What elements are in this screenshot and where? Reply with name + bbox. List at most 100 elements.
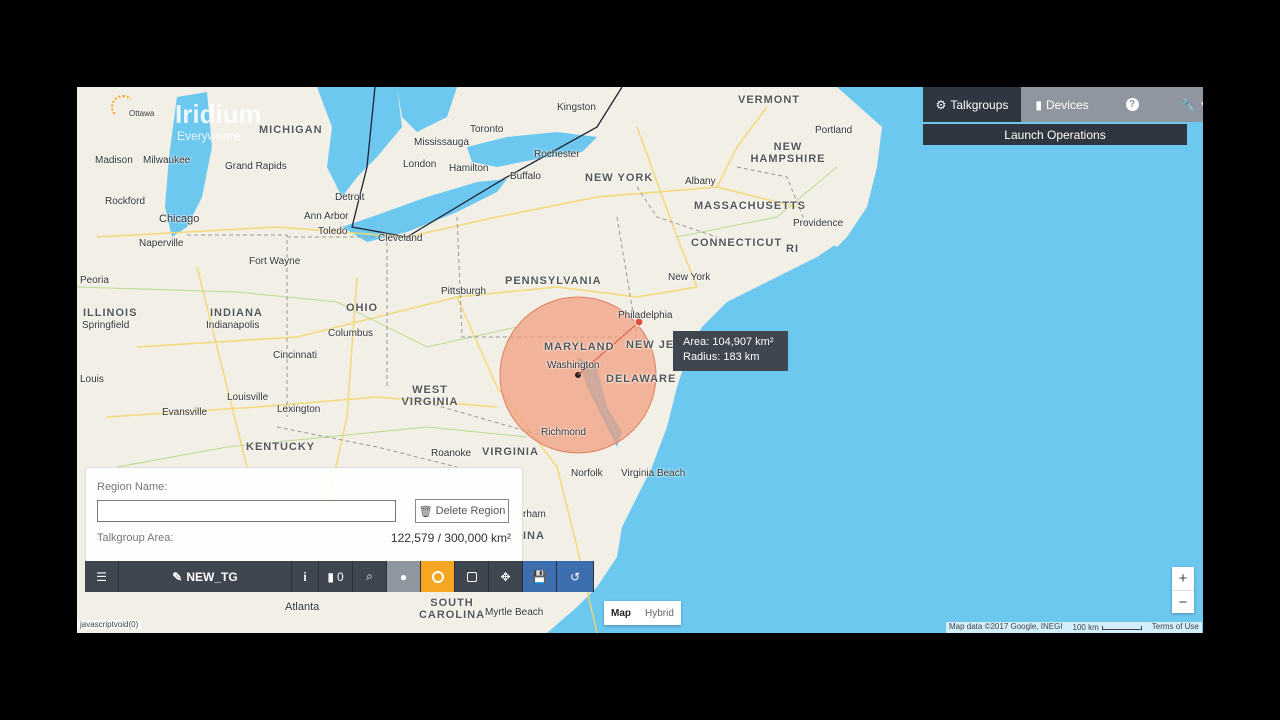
device-icon: ▮ — [327, 569, 334, 584]
region-tooltip: Area: 104,907 km² Radius: 183 km — [673, 331, 788, 371]
globe-icon: ● — [399, 569, 408, 584]
zoom-in-button[interactable]: + — [1172, 567, 1194, 591]
logo-name: Iridium — [175, 99, 262, 129]
map-label-state: NEW YORK — [585, 172, 654, 184]
map-label-city: London — [403, 159, 437, 170]
talkgroup-area-value: 122,579 / 300,000 km² — [390, 531, 511, 545]
map-label-city: Indianapolis — [206, 320, 260, 331]
map-label-state: VERMONT — [738, 94, 800, 106]
map-label-city: Hamilton — [449, 163, 489, 174]
rectangle-tool-button[interactable] — [455, 561, 489, 592]
map-label-city: Providence — [793, 218, 844, 229]
device-count: 0 — [336, 569, 344, 584]
circle-tool-button[interactable] — [421, 561, 455, 592]
globe-button[interactable]: ● — [387, 561, 421, 592]
map-label-city: Toledo — [318, 226, 348, 237]
delete-region-label: Delete Region — [435, 505, 506, 517]
edit-talkgroup-button[interactable]: ✎ NEW_TG — [119, 561, 292, 592]
map-label-state: NEW JE — [626, 339, 675, 351]
tab-talkgroups[interactable]: ⚙ Talkgroups — [923, 87, 1021, 122]
info-button[interactable]: i — [292, 561, 319, 592]
map-label-city: Peoria — [80, 275, 109, 286]
terms-of-use-link[interactable]: Terms of Use — [1152, 622, 1199, 633]
tab-devices[interactable]: ▮ Devices — [1021, 87, 1103, 122]
map-label-city: Philadelphia — [618, 310, 673, 321]
info-icon: i — [303, 569, 307, 584]
map-label-state: RI — [786, 243, 799, 255]
map-label-state: PENNSYLVANIA — [505, 275, 602, 287]
move-tool-button[interactable]: ✥ — [489, 561, 523, 592]
map-label-city: Naperville — [139, 238, 184, 249]
device-icon: ▮ — [1035, 97, 1042, 112]
map-footer: Map data ©2017 Google, INEGI 100 km Term… — [946, 622, 1202, 633]
save-button[interactable]: 💾 — [523, 561, 557, 592]
map-type-hybrid[interactable]: Hybrid — [638, 601, 681, 625]
help-button[interactable]: ? — [1103, 87, 1161, 122]
map-label-state: VIRGINIA — [482, 446, 539, 458]
map-data-attribution: Map data ©2017 Google, INEGI — [949, 622, 1063, 631]
map-label-city: Evansville — [162, 407, 208, 418]
map-label-state: MASSACHUSETTS — [694, 200, 807, 212]
scale-bar — [1101, 625, 1142, 630]
map-label-state: OHIO — [346, 302, 379, 314]
delete-region-button[interactable]: 🗑 Delete Region — [415, 499, 509, 523]
map-label-city: Milwaukee — [143, 155, 191, 166]
tab-devices-label: Devices — [1045, 97, 1089, 112]
search-button[interactable]: ⌕ — [353, 561, 387, 592]
map-label-city: Cleveland — [378, 233, 423, 244]
map-label-state: WEST VIRGINIA — [401, 384, 459, 408]
undo-icon: ↺ — [569, 569, 581, 584]
map-label-state: KENTUCKY — [246, 441, 316, 453]
map-type-map[interactable]: Map — [604, 601, 638, 625]
map-label-city: Springfield — [82, 320, 130, 331]
map-label-city: Buffalo — [510, 171, 541, 182]
map-label-state: INA — [523, 530, 545, 542]
tooltip-area: Area: 104,907 km² — [683, 336, 774, 348]
map-label-city: rham — [523, 509, 546, 520]
wrench-icon: 🔧 — [1180, 97, 1196, 112]
region-name-input[interactable] — [97, 500, 396, 522]
map-label-city: Rockford — [105, 196, 146, 207]
map-label-city: Virginia Beach — [621, 468, 686, 479]
map-label-city: Portland — [815, 125, 853, 136]
circle-icon — [431, 570, 444, 583]
question-circle-icon: ? — [1125, 98, 1139, 111]
map-label-city: Roanoke — [431, 448, 472, 459]
map-label-city: Washington — [547, 360, 600, 371]
map-label-city: Louisville — [227, 392, 269, 403]
map-label-city: Grand Rapids — [225, 161, 287, 172]
map-label-city: Columbus — [328, 328, 374, 339]
pencil-icon: ✎ — [172, 569, 183, 584]
logo-tagline: Everywhere — [177, 129, 241, 143]
map-label-city: Mississauga — [414, 137, 470, 148]
tools-menu-button[interactable]: 🔧 ▼ — [1161, 87, 1203, 122]
hamburger-icon: ☰ — [96, 569, 107, 584]
crosshair-icon: ✥ — [500, 569, 511, 584]
undo-button[interactable]: ↺ — [557, 561, 594, 592]
map-label-city: Detroit — [335, 192, 365, 203]
bottom-toolbar: ☰ ✎ NEW_TG i ▮ 0 ⌕ ● ✥ 💾 ↺ — [85, 561, 594, 592]
region-panel: Region Name: 🗑 Delete Region Talkgroup A… — [85, 467, 523, 563]
top-nav: ⚙ Talkgroups ▮ Devices ? 🔧 ▼ — [923, 87, 1203, 122]
zoom-out-button[interactable]: − — [1172, 591, 1194, 614]
map-label-city: Pittsburgh — [441, 286, 487, 297]
map-label-city: Atlanta — [285, 601, 320, 613]
square-icon — [466, 571, 477, 582]
menu-button[interactable]: ☰ — [85, 561, 119, 592]
cogs-icon: ⚙ — [935, 97, 947, 112]
map-label-city: Louis — [80, 374, 104, 385]
map-label-city: Myrtle Beach — [485, 607, 544, 618]
map-label-state: CONNECTICUT — [691, 237, 783, 249]
talkgroup-area-label: Talkgroup Area: — [97, 532, 174, 544]
devices-count-button[interactable]: ▮ 0 — [319, 561, 353, 592]
tooltip-radius: Radius: 183 km — [683, 351, 760, 363]
map-label-city: Fort Wayne — [249, 256, 301, 267]
map-label-state: MICHIGAN — [259, 124, 323, 136]
launch-operations-button[interactable]: Launch Operations — [923, 124, 1187, 145]
map-label-city: Ottawa — [129, 109, 155, 118]
map-label-state: MARYLAND — [544, 341, 615, 353]
map-label-state: DELAWARE — [606, 373, 677, 385]
map-label-state: SOUTH CAROLINA — [418, 597, 486, 621]
map-label-state: ILLINOIS — [83, 307, 138, 319]
map-type-control: Map Hybrid — [604, 601, 681, 625]
